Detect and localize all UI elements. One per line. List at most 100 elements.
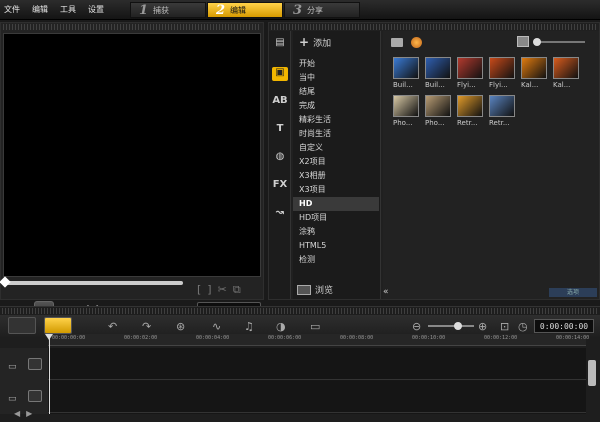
- undo-icon[interactable]: ↶: [108, 320, 117, 333]
- mark-out-icon[interactable]: ]: [207, 283, 211, 297]
- category-item[interactable]: 完成: [293, 99, 379, 113]
- online-content-icon[interactable]: [411, 36, 422, 48]
- scrubber-handle[interactable]: [0, 276, 11, 288]
- category-item[interactable]: 涂鸦: [293, 225, 379, 239]
- panel-grip[interactable]: [271, 24, 597, 30]
- timeline-ruler[interactable]: 00:00:00:00 00:00:02:00 00:00:04:00 00:00:0…: [48, 334, 589, 346]
- scrubber-bar[interactable]: [0, 276, 183, 288]
- clock-icon[interactable]: ◷: [518, 320, 528, 333]
- category-item[interactable]: HD: [293, 197, 379, 211]
- ruler-tick-label: 00:00:02:00: [124, 335, 158, 341]
- step-share[interactable]: 3 分享: [284, 2, 360, 18]
- category-item[interactable]: 当中: [293, 71, 379, 85]
- scroll-right-icon[interactable]: ▶: [26, 409, 32, 418]
- fit-project-icon[interactable]: ⊡: [500, 320, 509, 333]
- category-item[interactable]: HD项目: [293, 211, 379, 225]
- transition-icon[interactable]: AB: [272, 95, 288, 109]
- browse-button[interactable]: 浏览: [297, 283, 333, 296]
- thumbnail-caption: Kal...: [553, 81, 571, 89]
- template-thumbnail[interactable]: Pho...: [425, 95, 451, 133]
- menu-settings[interactable]: 设置: [88, 4, 104, 15]
- category-item[interactable]: HTML5: [293, 239, 379, 253]
- ruler-tick-label: 00:00:12:00: [484, 335, 518, 341]
- filter-icon[interactable]: FX: [272, 179, 288, 193]
- thumbnail-caption: Buil...: [425, 81, 445, 89]
- sort-icon[interactable]: [517, 36, 529, 47]
- playhead[interactable]: [49, 336, 50, 414]
- timeline-view-button[interactable]: [44, 317, 72, 334]
- template-thumbnail[interactable]: Kal...: [553, 57, 579, 95]
- scroll-left-icon[interactable]: ◀: [14, 409, 20, 418]
- category-item[interactable]: 精彩生活: [293, 113, 379, 127]
- category-item[interactable]: 结尾: [293, 85, 379, 99]
- ruler-tick-label: 00:00:10:00: [412, 335, 446, 341]
- template-thumbnail[interactable]: Buil...: [393, 57, 419, 95]
- slider-knob[interactable]: [454, 322, 462, 330]
- category-item[interactable]: 开始: [293, 57, 379, 71]
- template-thumbnail[interactable]: Retr...: [489, 95, 515, 133]
- add-button[interactable]: + 添加: [299, 35, 331, 49]
- track-toggle-icon[interactable]: [28, 358, 42, 370]
- folder-icon[interactable]: [391, 37, 403, 47]
- panel-grip[interactable]: [3, 24, 261, 30]
- top-bar-filler: [368, 2, 600, 18]
- menu-tools[interactable]: 工具: [60, 4, 76, 15]
- category-item[interactable]: 自定义: [293, 141, 379, 155]
- panel-grip[interactable]: [2, 308, 598, 314]
- thumbnail-caption: Retr...: [457, 119, 478, 127]
- menu-edit[interactable]: 编辑: [32, 4, 48, 15]
- category-item[interactable]: X2项目: [293, 155, 379, 169]
- subtitle-editor-icon[interactable]: ▭: [310, 320, 320, 333]
- zoom-in-icon[interactable]: ⊕: [478, 320, 487, 333]
- track-toggle-icon[interactable]: [28, 390, 42, 402]
- category-item[interactable]: X3相册: [293, 169, 379, 183]
- storyboard-view-button[interactable]: [8, 317, 36, 334]
- ruler-tick-label: 00:00:00:00: [52, 335, 86, 341]
- step-number: 3: [293, 2, 303, 18]
- media-icon[interactable]: ▤: [272, 37, 288, 51]
- instant-project-icon[interactable]: ▣: [272, 67, 288, 81]
- motion-tracking-icon[interactable]: ◑: [276, 320, 286, 333]
- thumbnail-caption: Flyi...: [457, 81, 476, 89]
- step-edit[interactable]: 2 编辑: [207, 2, 283, 18]
- options-button[interactable]: 选项: [549, 288, 597, 297]
- enlarge-preview-icon[interactable]: ⧉: [233, 283, 241, 297]
- thumbnail-image: [489, 95, 515, 117]
- record-capture-icon[interactable]: ⊛: [176, 320, 185, 333]
- category-item[interactable]: 检测: [293, 253, 379, 267]
- redo-icon[interactable]: ↷: [142, 320, 151, 333]
- video-track[interactable]: [48, 348, 586, 380]
- template-thumbnail[interactable]: Retr...: [457, 95, 483, 133]
- collapse-icon[interactable]: «: [383, 287, 395, 299]
- track-area[interactable]: [48, 348, 586, 414]
- template-thumbnail[interactable]: Pho...: [393, 95, 419, 133]
- category-item[interactable]: X3项目: [293, 183, 379, 197]
- zoom-out-icon[interactable]: ⊖: [412, 320, 421, 333]
- trim-controls: [ ] ✂ ⧉: [197, 283, 241, 297]
- title-icon[interactable]: T: [272, 123, 288, 137]
- mark-in-icon[interactable]: [: [197, 283, 201, 297]
- timeline-zoom-slider[interactable]: [428, 322, 474, 330]
- library-category-bar: ▤ ▣ AB T ◍ FX ↝: [269, 31, 291, 299]
- audio-mixer-icon[interactable]: ∿: [212, 320, 221, 333]
- auto-music-icon[interactable]: ♫: [244, 320, 254, 333]
- category-item[interactable]: 时尚生活: [293, 127, 379, 141]
- template-thumbnail[interactable]: Flyi...: [489, 57, 515, 95]
- template-thumbnail[interactable]: Buil...: [425, 57, 451, 95]
- menu-file[interactable]: 文件: [4, 4, 20, 15]
- timeline-timecode[interactable]: 0:00:00:00: [534, 319, 594, 333]
- path-icon[interactable]: ↝: [272, 207, 288, 221]
- preview-window: [3, 33, 261, 277]
- graphic-icon[interactable]: ◍: [272, 151, 288, 165]
- thumbnail-size-slider[interactable]: [533, 38, 585, 46]
- overlay-track[interactable]: [48, 381, 586, 413]
- template-thumbnail[interactable]: Flyi...: [457, 57, 483, 95]
- template-thumbnail[interactable]: Kal...: [521, 57, 547, 95]
- thumbnail-image: [457, 57, 483, 79]
- step-capture[interactable]: 1 捕获: [130, 2, 206, 18]
- step-number: 2: [216, 2, 226, 18]
- vertical-scrollbar[interactable]: [588, 360, 596, 386]
- thumbnail-image: [425, 57, 451, 79]
- split-clip-icon[interactable]: ✂: [218, 283, 227, 297]
- slider-knob[interactable]: [533, 38, 541, 46]
